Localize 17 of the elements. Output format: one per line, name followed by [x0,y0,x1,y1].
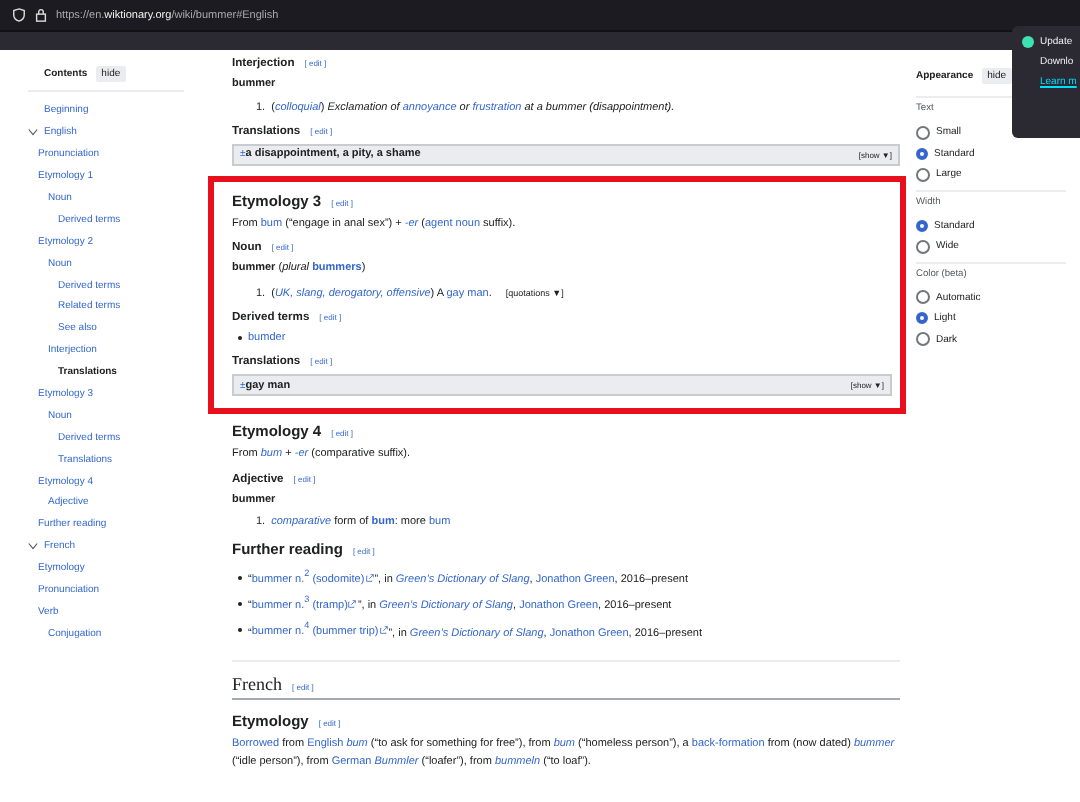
radio-button[interactable] [916,290,930,305]
radio-button[interactable] [916,312,928,325]
chevron-icon[interactable] [28,542,38,551]
radio-button[interactable] [916,332,930,347]
external-link-icon [348,600,357,609]
lock-icon[interactable] [34,8,48,22]
section-heading: French [232,673,282,694]
radio-button[interactable] [916,125,930,140]
shield-icon[interactable] [12,8,26,22]
radio-button[interactable] [916,147,928,160]
external-link-icon [365,573,374,582]
external-link-icon [379,626,388,635]
radio-button[interactable] [916,219,928,232]
radio-button[interactable] [916,239,930,254]
radio-button[interactable] [916,167,930,182]
update-icon [1022,36,1034,48]
chevron-icon[interactable] [28,128,38,137]
